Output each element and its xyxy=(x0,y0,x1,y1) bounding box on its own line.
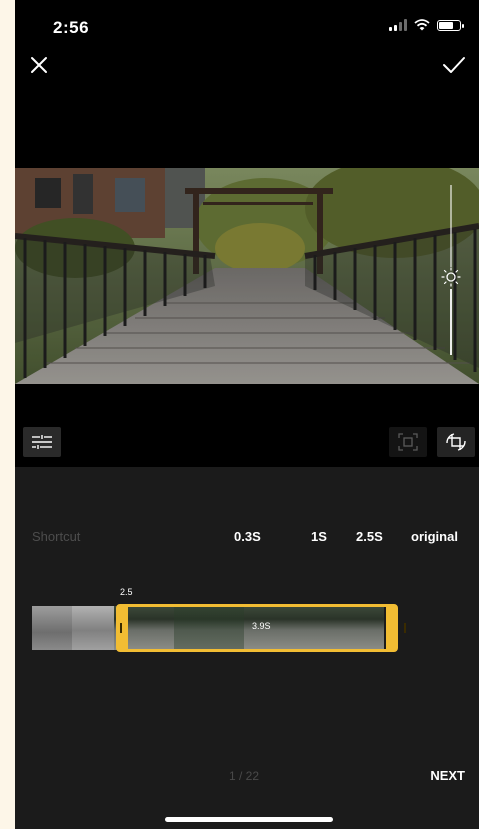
speed-selector: Shortcut 0.3S 1S 2.5S original xyxy=(15,529,479,549)
video-preview[interactable] xyxy=(15,168,479,384)
cellular-signal-icon xyxy=(389,19,407,31)
status-icons xyxy=(389,19,464,31)
page-counter: 1 / 22 xyxy=(229,769,260,783)
speed-label: Shortcut xyxy=(32,529,81,544)
speed-option-0-3s[interactable]: 0.3S xyxy=(234,529,261,544)
phone-screen: 2:56 Shortcut 0.3S 1S 2.5S original 2.5 … xyxy=(15,0,479,829)
brightness-sun-icon[interactable] xyxy=(441,267,461,287)
brightness-slider[interactable] xyxy=(441,175,461,355)
trim-start-label: 2.5 xyxy=(120,587,133,597)
trim-handle-right[interactable] xyxy=(404,623,406,633)
fit-frame-button[interactable] xyxy=(389,427,427,457)
wifi-icon xyxy=(414,19,430,31)
bottom-panel: Shortcut 0.3S 1S 2.5S original 2.5 3.9S … xyxy=(15,467,479,829)
trim-handle-left[interactable] xyxy=(120,623,122,633)
close-icon[interactable] xyxy=(27,53,51,77)
trim-timeline[interactable]: 3.9S xyxy=(32,604,406,652)
status-time: 2:56 xyxy=(53,18,90,37)
fit-frame-icon xyxy=(398,433,418,451)
speed-option-2-5s[interactable]: 2.5S xyxy=(356,529,383,544)
battery-icon xyxy=(437,19,464,31)
thumbnail-frame xyxy=(72,606,114,650)
crop-rotate-button[interactable] xyxy=(437,427,475,457)
crop-rotate-icon xyxy=(446,433,466,451)
adjust-button[interactable] xyxy=(23,427,61,457)
home-indicator xyxy=(165,817,333,822)
speed-option-original[interactable]: original xyxy=(411,529,458,544)
trim-duration-label: 3.9S xyxy=(252,621,271,631)
checkmark-icon[interactable] xyxy=(441,52,467,78)
speed-option-1s[interactable]: 1S xyxy=(311,529,327,544)
next-button[interactable]: NEXT xyxy=(430,768,465,783)
thumbnail-frame xyxy=(32,606,72,650)
adjust-sliders-icon xyxy=(32,435,52,449)
